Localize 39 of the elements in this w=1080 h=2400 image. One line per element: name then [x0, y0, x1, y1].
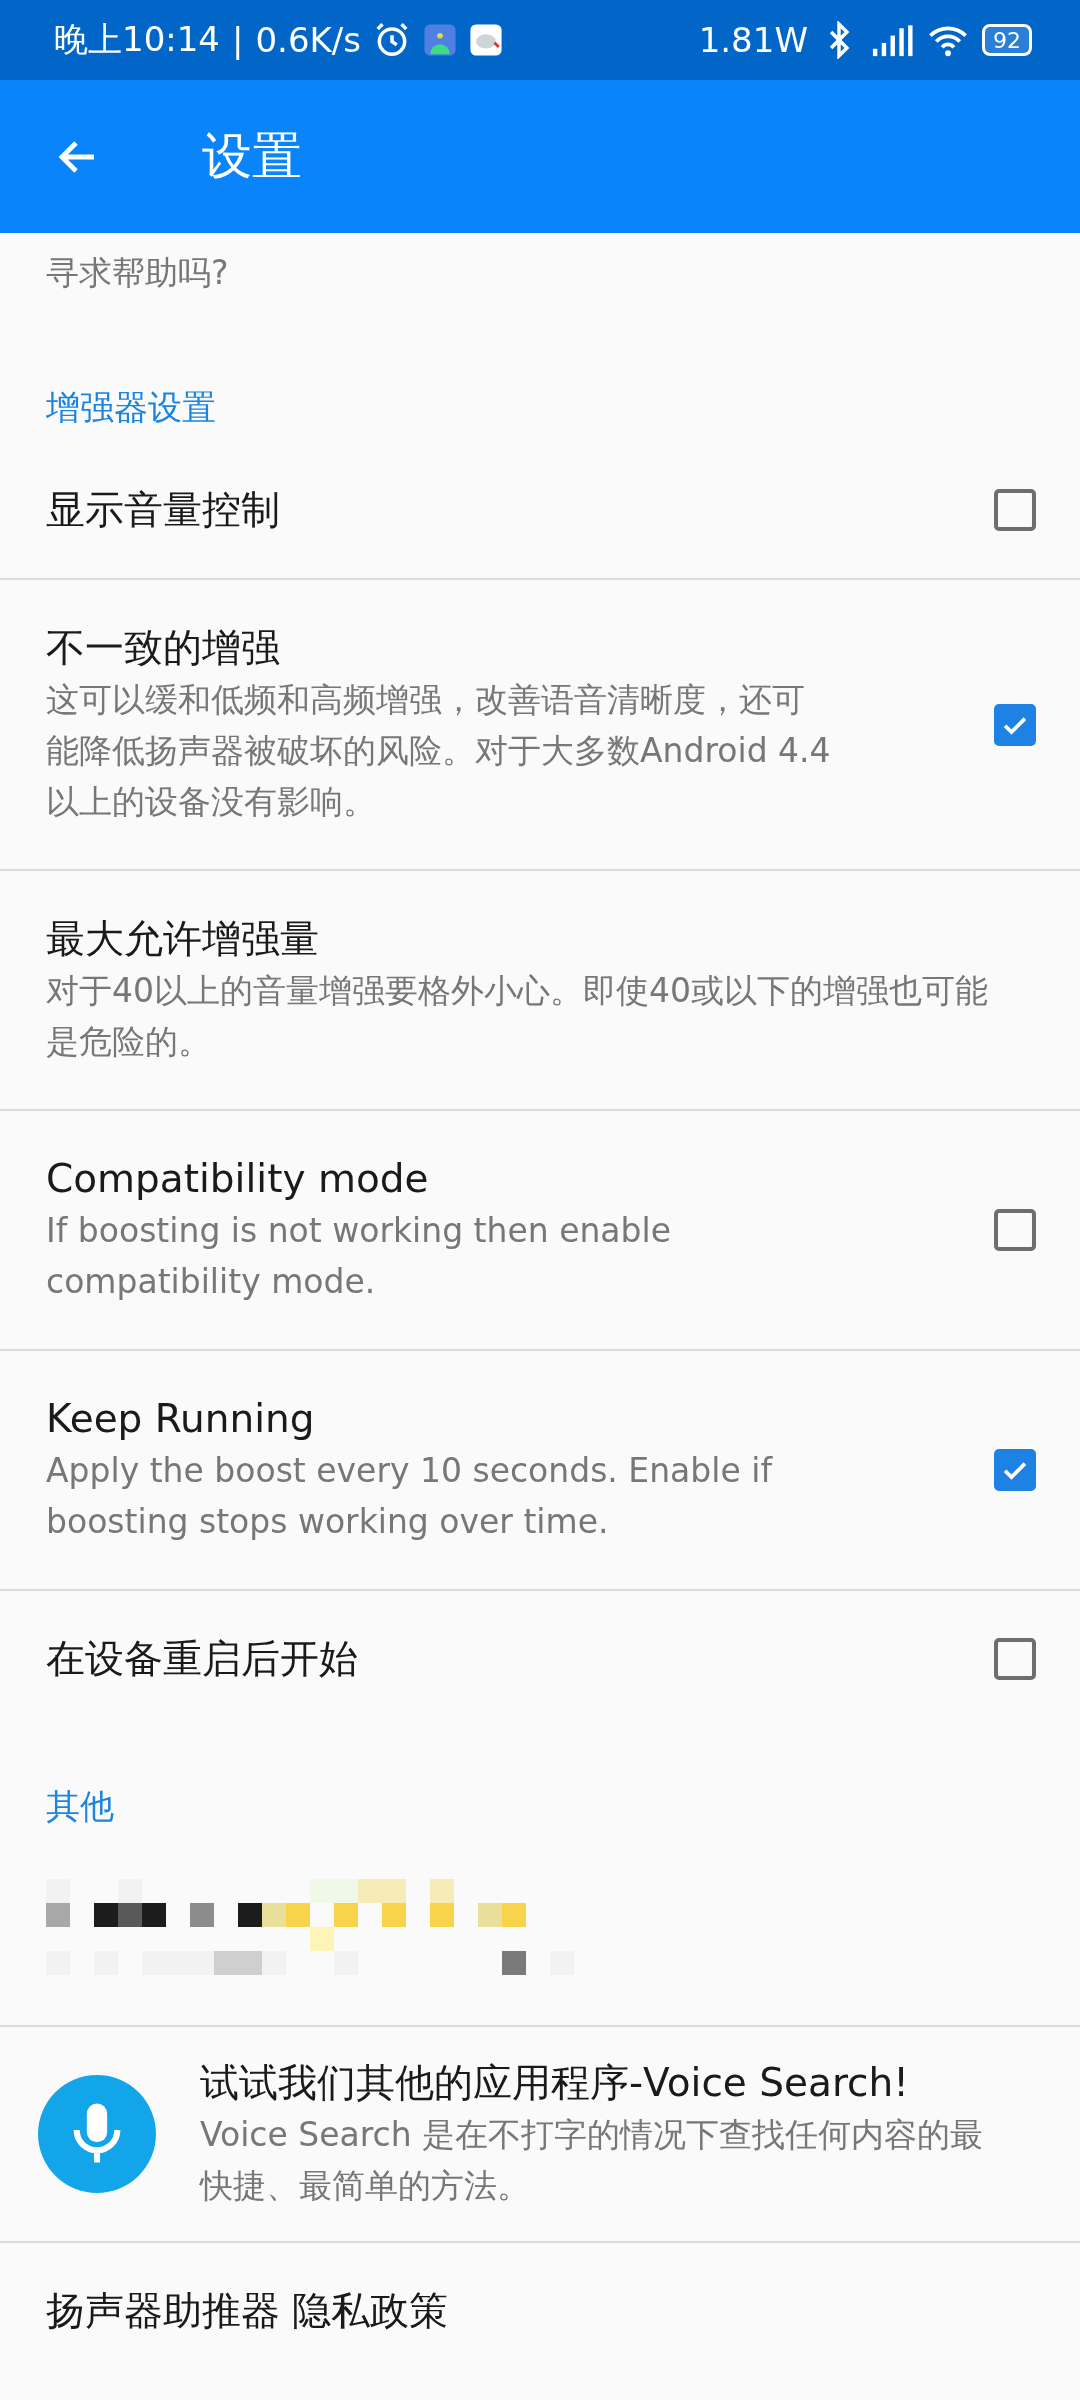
- preference-title: Compatibility mode: [46, 1155, 430, 1203]
- preference-row[interactable]: Keep Running Apply the boost every 10 seconds. Enable if boosting stops working over time.: [0, 1351, 1080, 1591]
- checkbox[interactable]: [994, 489, 1036, 531]
- checkbox[interactable]: [994, 703, 1036, 746]
- preference-row[interactable]: 不一致的增强 这可以缓和低频和高频增强，改善语音清晰度，还可能降低扬声器被破坏的风险。对于大多数Android 4.4以上的设备没有影响。: [0, 580, 1080, 871]
- checkbox[interactable]: [994, 1209, 1036, 1251]
- preference-title: 最大允许增强量: [46, 915, 320, 963]
- screen-title: 设置: [202, 126, 302, 187]
- microphone-icon: [36, 2073, 158, 2195]
- preference-summary: 寻求帮助吗?: [46, 252, 230, 294]
- clock-text: 晚上10:14: [54, 18, 220, 61]
- promo-title: 试试我们其他的应用程序-Voice Search!: [200, 2059, 910, 2107]
- app-notification-icon: [423, 23, 457, 57]
- checkbox[interactable]: [994, 1449, 1036, 1491]
- preference-title: Keep Running: [46, 1395, 316, 1443]
- preference-title: 在设备重启后开始: [46, 1635, 359, 1683]
- category-header: 其他: [46, 1785, 115, 1828]
- preference-title: 显示音量控制: [46, 486, 281, 534]
- signal-icon: [870, 22, 914, 58]
- promo-row[interactable]: 试试我们其他的应用程序-Voice Search! Voice Search 是在不打字的情况下查找任何内容的最快捷、最简单的方法。: [0, 2027, 1080, 2243]
- checkbox[interactable]: [994, 1638, 1036, 1680]
- network-speed-text: 0.6K/s: [255, 20, 361, 60]
- preference-row[interactable]: 扬声器助推器 隐私政策: [0, 2243, 1080, 2379]
- preference-row[interactable]: 显示音量控制: [0, 442, 1080, 580]
- preference-summary: 对于40以上的音量增强要格外小心。即使40或以下的增强也可能是危险的。: [46, 970, 989, 1063]
- preference-row[interactable]: Compatibility mode If boosting is not working then enable compatibility mode.: [0, 1111, 1080, 1351]
- preference-row[interactable]: 最大允许增强量 对于40以上的音量增强要格外小心。即使40或以下的增强也可能是危险的。: [0, 871, 1080, 1111]
- preference-row[interactable]: 在设备重启后开始: [0, 1591, 1080, 1727]
- battery-level-text: 92: [993, 27, 1021, 53]
- app-notification-icon: [469, 23, 503, 57]
- separator-text: |: [232, 20, 244, 60]
- power-text: 1.81W: [698, 20, 808, 60]
- category-header: 增强器设置: [46, 386, 217, 429]
- promo-summary: Voice Search 是在不打字的情况下查找任何内容的最快捷、最简单的方法。: [200, 2114, 985, 2207]
- preference-summary: If boosting is not working then enable compatibility mode.: [46, 1210, 672, 1303]
- preference-title: 扬声器助推器 隐私政策: [46, 2287, 450, 2335]
- preference-title: 不一致的增强: [46, 624, 281, 672]
- preference-summary: 这可以缓和低频和高频增强，改善语音清晰度，还可能降低扬声器被破坏的风险。对于大多数Android 4.4以上的设备没有影响。: [46, 679, 832, 823]
- preference-summary: Apply the boost every 10 seconds. Enable if boosting stops working over time.: [46, 1450, 774, 1543]
